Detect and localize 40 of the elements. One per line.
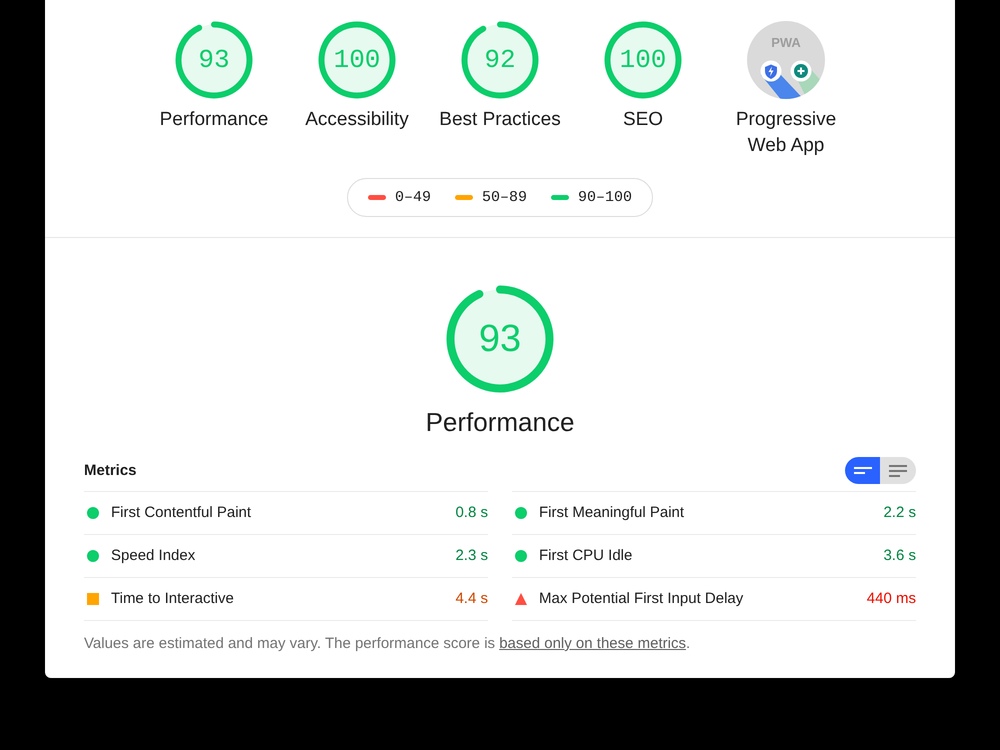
metric-label: First Meaningful Paint — [539, 503, 686, 523]
category-label: Best Practices — [439, 108, 561, 132]
legend-range: 90–100 — [578, 188, 632, 208]
category-label: Accessibility — [305, 108, 409, 132]
metric-value: 4.4 s — [455, 589, 488, 609]
view-toggle-button[interactable] — [845, 457, 880, 484]
score-value: 100 — [620, 47, 666, 73]
legend-range: 50–89 — [482, 188, 527, 208]
status-dot-icon — [515, 550, 527, 562]
lines-icon — [854, 467, 872, 474]
category-label: SEO — [622, 108, 664, 132]
warning-triangle-icon — [515, 593, 527, 605]
section-title: Performance — [426, 406, 574, 438]
score-value: 93 — [478, 320, 522, 358]
status-dot-icon — [515, 507, 527, 519]
score-value: 92 — [484, 47, 516, 73]
metric-value: 0.8 s — [455, 503, 488, 523]
metric-label: Time to Interactive — [111, 589, 235, 609]
score-value: 93 — [198, 47, 230, 73]
legend-range: 0–49 — [394, 188, 431, 208]
metric-label: First Contentful Paint — [111, 503, 252, 523]
status-dot-icon — [87, 507, 99, 519]
category-label: Progressive Web App — [734, 108, 838, 158]
status-square-icon — [87, 593, 99, 605]
metric-value: 2.2 s — [883, 503, 916, 523]
metric-value: 2.3 s — [455, 546, 488, 566]
lines-icon — [889, 464, 907, 476]
metric-label: First CPU Idle — [539, 546, 634, 566]
footnote-text: Values are estimated and may vary. The performance score is based only on these metrics. — [84, 634, 692, 654]
metric-label: Max Potential First Input Delay — [539, 589, 744, 609]
view-toggle-button[interactable] — [880, 457, 916, 484]
metric-value: 3.6 s — [883, 546, 916, 566]
metric-value: 440 ms — [866, 589, 916, 609]
metrics-link[interactable]: based only on these metrics — [499, 635, 686, 652]
status-dot-icon — [87, 550, 99, 562]
category-label: Performance — [160, 108, 268, 132]
metrics-heading: Metrics — [84, 460, 137, 480]
score-value: 100 — [334, 47, 380, 73]
pwa-badge-icon: PWA — [747, 21, 825, 99]
metric-label: Speed Index — [111, 546, 196, 566]
